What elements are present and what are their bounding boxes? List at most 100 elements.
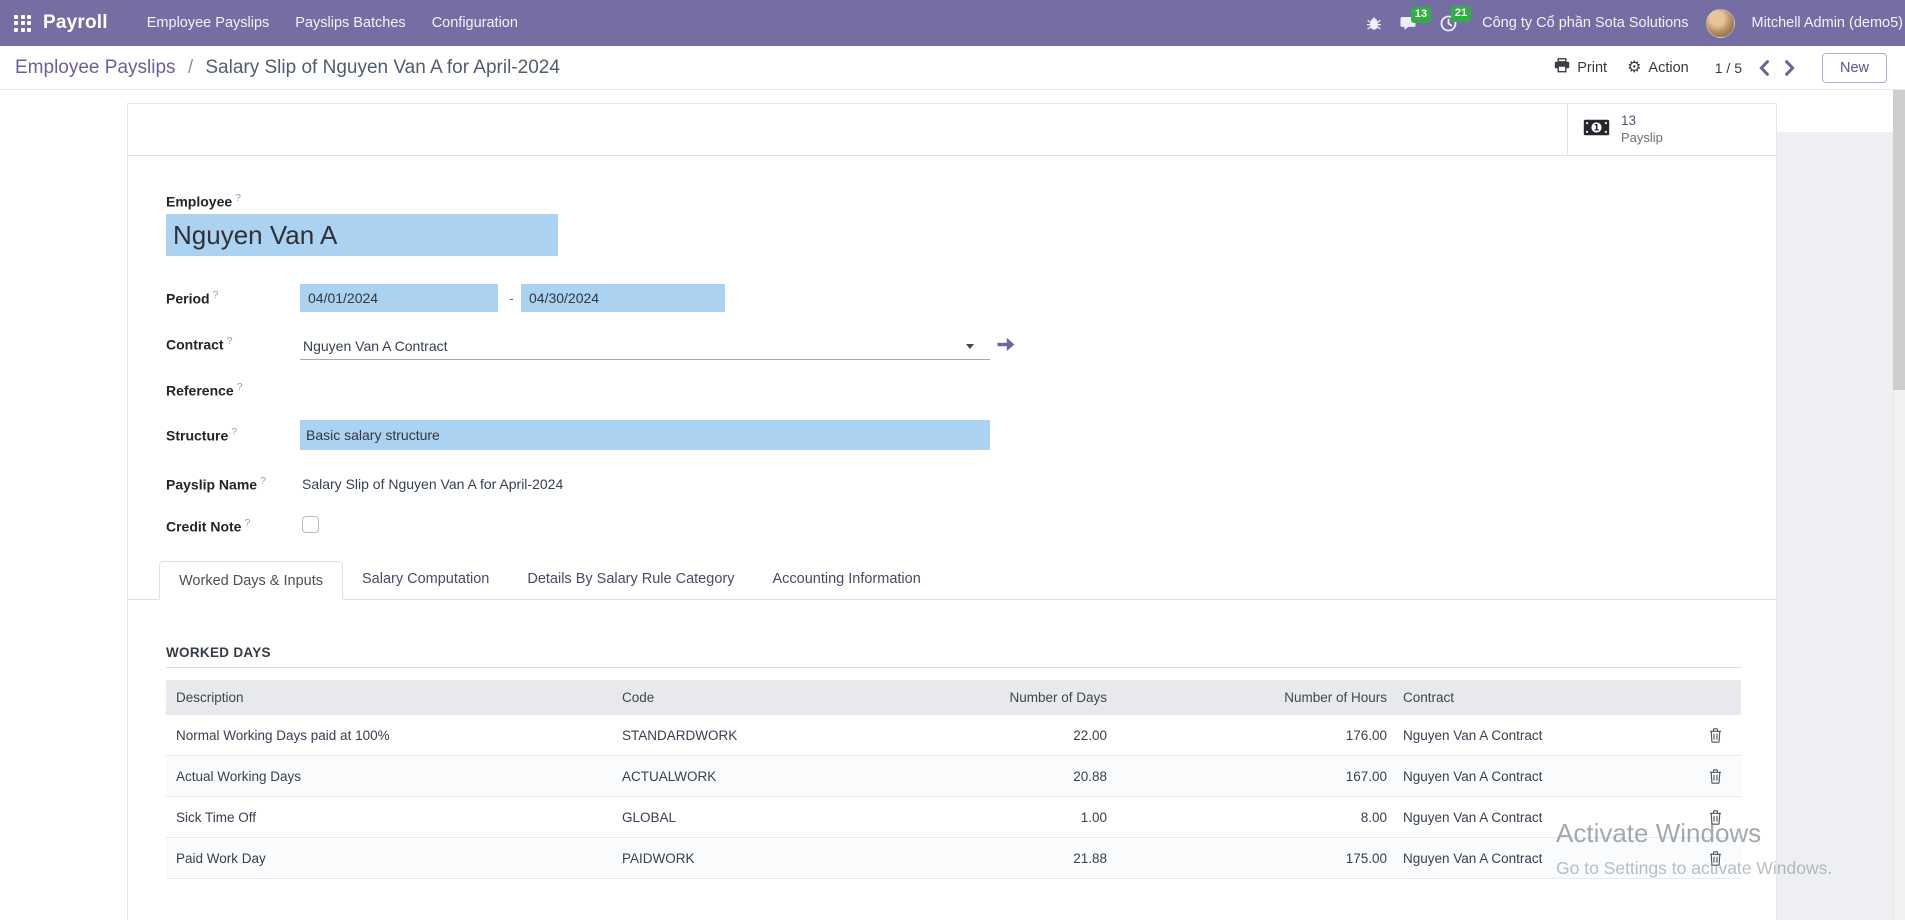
apps-grid-icon[interactable] xyxy=(14,15,31,32)
notebook-tabs: Worked Days & Inputs Salary Computation … xyxy=(128,561,1776,600)
payslip-name-label: Payslip Name? xyxy=(166,475,266,493)
col-code[interactable]: Code xyxy=(612,690,844,705)
table-row[interactable]: Paid Work Day PAIDWORK 21.88 175.00 Nguy… xyxy=(166,838,1741,879)
cell-contract[interactable]: Nguyen Van A Contract xyxy=(1395,769,1690,784)
messages-icon[interactable]: 13 xyxy=(1399,16,1417,31)
cell-code[interactable]: GLOBAL xyxy=(612,810,844,825)
user-name[interactable]: Mitchell Admin (demo5) xyxy=(1752,15,1904,31)
help-icon[interactable]: ? xyxy=(244,517,250,529)
cell-days[interactable]: 20.88 xyxy=(844,769,1115,784)
table-row[interactable]: Sick Time Off GLOBAL 1.00 8.00 Nguyen Va… xyxy=(166,797,1741,838)
contract-value: Nguyen Van A Contract xyxy=(303,338,448,354)
delete-row-icon[interactable] xyxy=(1709,851,1722,866)
pager-previous-icon[interactable] xyxy=(1756,58,1772,78)
employee-field[interactable]: Nguyen Van A xyxy=(166,214,558,256)
cell-code[interactable]: ACTUALWORK xyxy=(612,769,844,784)
pager-next-icon[interactable] xyxy=(1782,58,1798,78)
help-icon[interactable]: ? xyxy=(237,381,243,393)
avatar[interactable] xyxy=(1706,9,1735,38)
payslip-stat-button[interactable]: 1 13 Payslip xyxy=(1567,104,1776,155)
cell-contract[interactable]: Nguyen Van A Contract xyxy=(1395,728,1690,743)
breadcrumb-separator: / xyxy=(188,57,193,78)
money-bill-icon: 1 xyxy=(1583,119,1610,141)
cell-hours[interactable]: 167.00 xyxy=(1115,769,1395,784)
col-contract[interactable]: Contract xyxy=(1395,690,1690,705)
cell-hours[interactable]: 8.00 xyxy=(1115,810,1395,825)
table-header-row: Description Code Number of Days Number o… xyxy=(166,680,1741,715)
cell-hours[interactable]: 175.00 xyxy=(1115,851,1395,866)
cell-contract[interactable]: Nguyen Van A Contract xyxy=(1395,810,1690,825)
cell-description[interactable]: Paid Work Day xyxy=(166,851,612,866)
tab-details-by-salary-rule-category[interactable]: Details By Salary Rule Category xyxy=(508,560,753,599)
breadcrumb-parent[interactable]: Employee Payslips xyxy=(15,57,176,78)
scrollbar-thumb[interactable] xyxy=(1893,90,1905,390)
credit-note-checkbox[interactable] xyxy=(302,516,319,533)
delete-row-icon[interactable] xyxy=(1709,810,1722,825)
structure-label: Structure? xyxy=(166,426,237,444)
content-area: 1 13 Payslip Employee? Nguyen Van A Peri… xyxy=(0,90,1905,920)
contract-field[interactable]: Nguyen Van A Contract xyxy=(300,332,990,360)
tab-salary-computation[interactable]: Salary Computation xyxy=(343,560,508,599)
tab-worked-days-inputs[interactable]: Worked Days & Inputs xyxy=(159,561,343,600)
new-button[interactable]: New xyxy=(1822,53,1887,83)
help-icon[interactable]: ? xyxy=(227,335,233,347)
help-icon[interactable]: ? xyxy=(260,475,266,487)
cell-description[interactable]: Sick Time Off xyxy=(166,810,612,825)
pager-value: 1 / 5 xyxy=(1715,60,1742,76)
period-to-field[interactable]: 04/30/2024 xyxy=(521,284,725,312)
action-button[interactable]: ⚙ Action xyxy=(1627,60,1689,76)
worked-days-section-title: WORKED DAYS xyxy=(166,645,271,660)
cell-days[interactable]: 21.88 xyxy=(844,851,1115,866)
menu-employee-payslips[interactable]: Employee Payslips xyxy=(134,0,283,46)
help-icon[interactable]: ? xyxy=(235,192,241,204)
right-gutter xyxy=(1777,132,1893,920)
breadcrumb-current: Salary Slip of Nguyen Van A for April-20… xyxy=(205,57,560,78)
app-name[interactable]: Payroll xyxy=(43,12,108,34)
control-panel: Employee Payslips / Salary Slip of Nguye… xyxy=(0,46,1905,90)
credit-note-label: Credit Note? xyxy=(166,517,250,535)
col-description[interactable]: Description xyxy=(166,690,612,705)
cell-days[interactable]: 22.00 xyxy=(844,728,1115,743)
tab-accounting-information[interactable]: Accounting Information xyxy=(753,560,939,599)
delete-row-icon[interactable] xyxy=(1709,769,1722,784)
cell-days[interactable]: 1.00 xyxy=(844,810,1115,825)
payslip-name-field[interactable]: Salary Slip of Nguyen Van A for April-20… xyxy=(302,476,563,492)
activities-badge: 21 xyxy=(1451,6,1471,22)
reference-label: Reference? xyxy=(166,381,243,399)
employee-label: Employee? xyxy=(166,192,241,210)
control-panel-actions: Print ⚙ Action 1 / 5 New xyxy=(1554,53,1887,83)
company-name[interactable]: Công ty Cổ phần Sota Solutions xyxy=(1482,15,1688,31)
form-sheet: 1 13 Payslip Employee? Nguyen Van A Peri… xyxy=(127,103,1777,920)
cell-description[interactable]: Normal Working Days paid at 100% xyxy=(166,728,612,743)
cell-code[interactable]: PAIDWORK xyxy=(612,851,844,866)
menu-payslips-batches[interactable]: Payslips Batches xyxy=(282,0,418,46)
cell-hours[interactable]: 176.00 xyxy=(1115,728,1395,743)
debug-bug-icon[interactable] xyxy=(1366,15,1382,31)
activities-icon[interactable]: 21 xyxy=(1440,15,1457,32)
cell-contract[interactable]: Nguyen Van A Contract xyxy=(1395,851,1690,866)
stat-label: Payslip xyxy=(1621,130,1663,146)
cell-description[interactable]: Actual Working Days xyxy=(166,769,612,784)
table-row[interactable]: Normal Working Days paid at 100% STANDAR… xyxy=(166,715,1741,756)
menu-configuration[interactable]: Configuration xyxy=(419,0,531,46)
worked-days-table: Description Code Number of Days Number o… xyxy=(166,680,1741,879)
delete-row-icon[interactable] xyxy=(1709,728,1722,743)
vertical-scrollbar[interactable] xyxy=(1893,90,1905,920)
help-icon[interactable]: ? xyxy=(231,426,237,438)
dropdown-caret-icon[interactable] xyxy=(966,344,974,349)
structure-field[interactable]: Basic salary structure xyxy=(300,420,990,450)
breadcrumb: Employee Payslips / Salary Slip of Nguye… xyxy=(15,57,560,79)
table-row[interactable]: Actual Working Days ACTUALWORK 20.88 167… xyxy=(166,756,1741,797)
help-icon[interactable]: ? xyxy=(213,289,219,301)
print-button[interactable]: Print xyxy=(1554,58,1607,77)
cell-code[interactable]: STANDARDWORK xyxy=(612,728,844,743)
period-label: Period? xyxy=(166,289,218,307)
navbar-systray: 13 21 Công ty Cổ phần Sota Solutions Mit… xyxy=(1366,0,1905,46)
print-label: Print xyxy=(1577,60,1607,76)
internal-link-arrow-icon[interactable] xyxy=(996,337,1018,357)
col-number-of-hours[interactable]: Number of Hours xyxy=(1115,690,1395,705)
gear-icon: ⚙ xyxy=(1627,60,1641,76)
col-number-of-days[interactable]: Number of Days xyxy=(844,690,1115,705)
period-from-field[interactable]: 04/01/2024 xyxy=(300,284,498,312)
printer-icon xyxy=(1554,58,1570,77)
